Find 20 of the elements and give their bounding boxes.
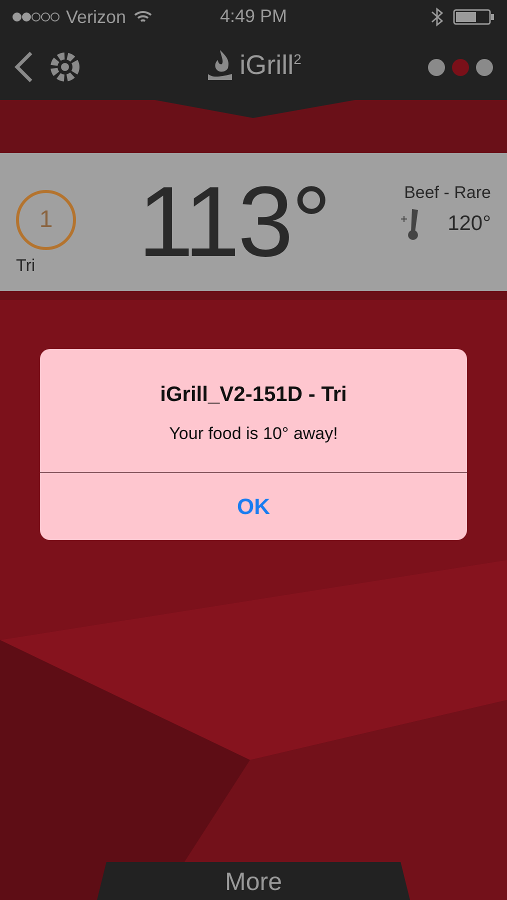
alert-message: Your food is 10° away! [168,424,339,444]
bluetooth-icon [431,7,443,27]
wifi-icon [134,10,152,24]
preset-name: Beef - Rare [404,183,491,203]
page-dot[interactable] [452,58,469,76]
page-dot[interactable] [428,58,445,76]
alert-title: iGrill_V2-151D - Tri [159,383,348,407]
current-temperature: 113° [138,164,330,280]
back-icon[interactable] [14,51,34,83]
more-tab[interactable]: More [97,862,410,900]
carrier-name: Verizon [66,6,126,28]
probe-number: 1 [16,190,76,250]
probe-name: Tri [16,256,36,276]
page-dot[interactable] [476,58,493,76]
status-time: 4:49 PM [220,6,288,27]
app-logo: iGrill$^{2}$ [240,50,302,80]
target-temperature: 120° [448,212,491,236]
battery-icon [453,8,495,26]
gear-icon[interactable] [48,50,82,84]
signal-icon [12,12,60,22]
